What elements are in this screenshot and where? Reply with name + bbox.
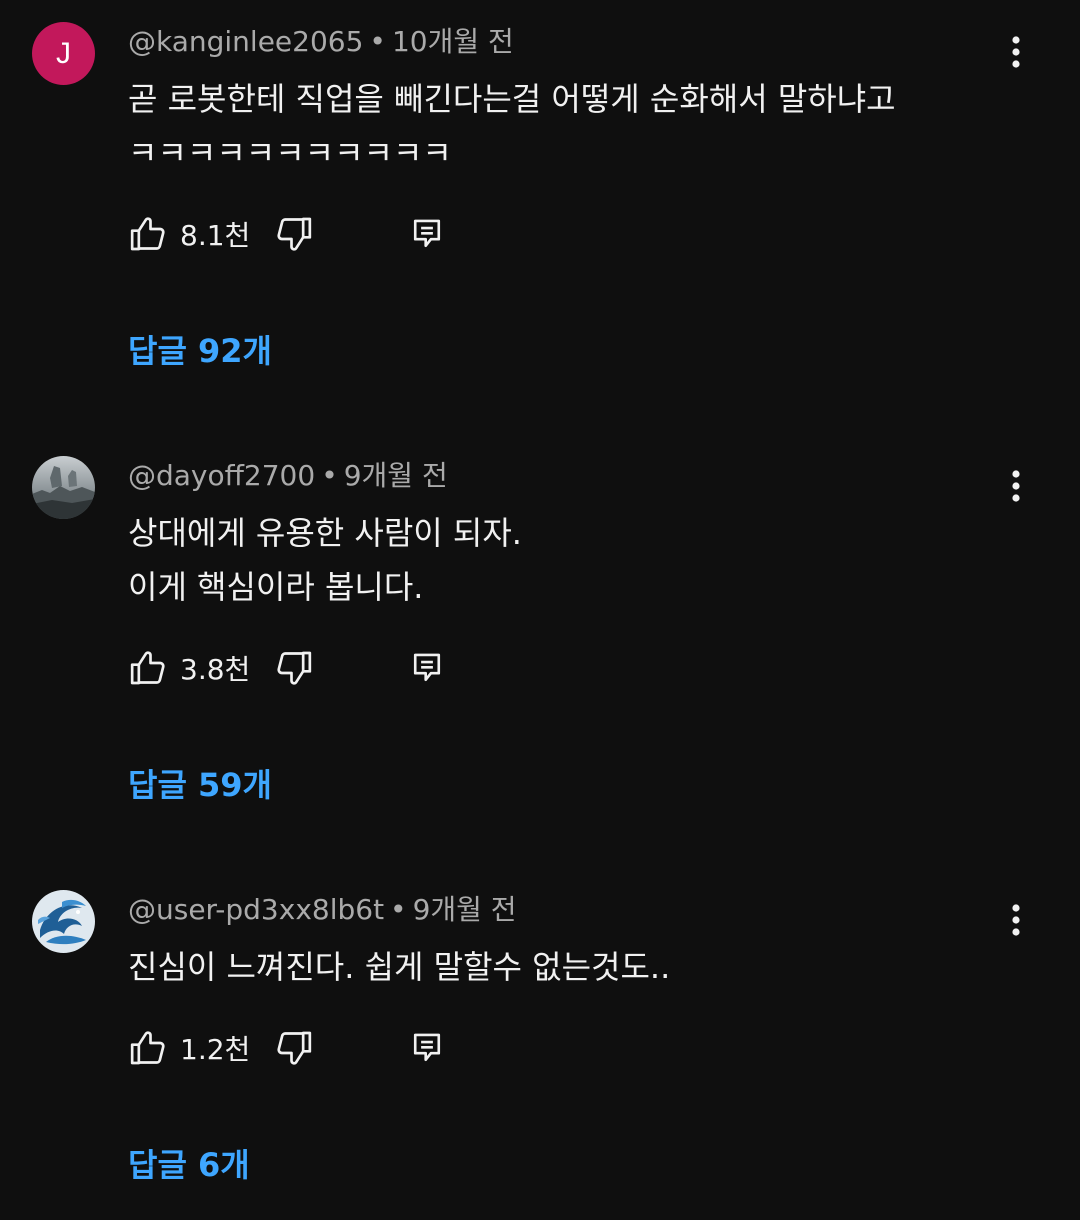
dislike-button[interactable] [274, 1028, 314, 1068]
meta-separator: • [390, 893, 407, 926]
thumbs-up-icon [130, 217, 165, 251]
like-count: 8.1천 [180, 219, 251, 252]
thumbs-up-icon [130, 651, 165, 685]
avatar[interactable] [32, 456, 95, 519]
comment-actions: 1.2천 [128, 1026, 528, 1070]
reply-button[interactable] [411, 646, 443, 690]
reply-icon [413, 1033, 441, 1062]
like-count: 1.2천 [180, 1033, 251, 1066]
thumbs-up-icon [130, 1031, 165, 1065]
comment-time[interactable]: 9개월 전 [413, 893, 517, 926]
comment-time[interactable]: 9개월 전 [344, 459, 448, 492]
like-button[interactable]: 1.2천 [128, 1028, 250, 1068]
meta-separator: • [369, 25, 386, 58]
dragon-avatar-icon [32, 890, 95, 953]
view-replies-button[interactable]: 답글 6개 [128, 1140, 250, 1186]
more-vert-icon [1012, 470, 1020, 502]
reply-icon [413, 219, 441, 248]
comment-text-line: 곧 로봇한테 직업을 빼긴다는걸 어떻게 순화해서 말하냐고 [128, 80, 896, 118]
comment: @user-pd3xx8lb6t • 9개월 전 진심이 느껴진다. 쉽게 말할수 … [0, 868, 1080, 1220]
comment-text-line: 상대에게 유용한 사람이 되자. [128, 514, 522, 552]
comment-actions: 8.1천 [128, 212, 528, 256]
avatar[interactable] [32, 890, 95, 953]
more-vert-icon [1012, 904, 1020, 936]
comment-meta: @user-pd3xx8lb6t • 9개월 전 [128, 890, 517, 930]
comment: @dayoff2700 • 9개월 전 상대에게 유용한 사람이 되자. 이게 핵심… [0, 434, 1080, 864]
like-count: 3.8천 [180, 653, 251, 686]
like-button[interactable]: 8.1천 [128, 214, 250, 254]
reply-button[interactable] [411, 1026, 443, 1070]
thumbs-down-icon [277, 217, 312, 251]
dislike-button[interactable] [274, 214, 314, 254]
comment-text-line: ㅋㅋㅋㅋㅋㅋㅋㅋㅋㅋㅋ [128, 134, 452, 172]
comment-text: 상대에게 유용한 사람이 되자. 이게 핵심이라 봅니다. [128, 506, 1028, 614]
like-button[interactable]: 3.8천 [128, 648, 250, 688]
comment-text: 곧 로봇한테 직업을 빼긴다는걸 어떻게 순화해서 말하냐고 ㅋㅋㅋㅋㅋㅋㅋㅋㅋ… [128, 72, 1028, 180]
comment-time[interactable]: 10개월 전 [392, 25, 514, 58]
reply-button[interactable] [411, 212, 443, 256]
landscape-avatar-icon [32, 456, 95, 519]
reply-icon [413, 653, 441, 682]
comment-text-line: 이게 핵심이라 봅니다. [128, 568, 424, 606]
view-replies-button[interactable]: 답글 92개 [128, 326, 272, 372]
avatar[interactable]: J [32, 22, 95, 85]
thumbs-down-icon [277, 1031, 312, 1065]
comment-meta: @kanginlee2065 • 10개월 전 [128, 22, 514, 62]
comment-actions: 3.8천 [128, 646, 528, 690]
comment-author[interactable]: @dayoff2700 [128, 459, 315, 492]
more-options-button[interactable] [996, 30, 1036, 74]
thumbs-down-icon [277, 651, 312, 685]
more-options-button[interactable] [996, 464, 1036, 508]
comment-author[interactable]: @user-pd3xx8lb6t [128, 893, 384, 926]
comment-text: 진심이 느껴진다. 쉽게 말할수 없는것도.. [128, 940, 1028, 994]
view-replies-button[interactable]: 답글 59개 [128, 760, 272, 806]
meta-separator: • [321, 459, 338, 492]
comment: J @kanginlee2065 • 10개월 전 곧 로봇한테 직업을 빼긴다는걸… [0, 0, 1080, 430]
more-vert-icon [1012, 36, 1020, 68]
more-options-button[interactable] [996, 898, 1036, 942]
avatar-letter: J [56, 37, 71, 70]
dislike-button[interactable] [274, 648, 314, 688]
comment-author[interactable]: @kanginlee2065 [128, 25, 363, 58]
comment-meta: @dayoff2700 • 9개월 전 [128, 456, 448, 496]
comment-text-line: 진심이 느껴진다. 쉽게 말할수 없는것도.. [128, 948, 671, 986]
